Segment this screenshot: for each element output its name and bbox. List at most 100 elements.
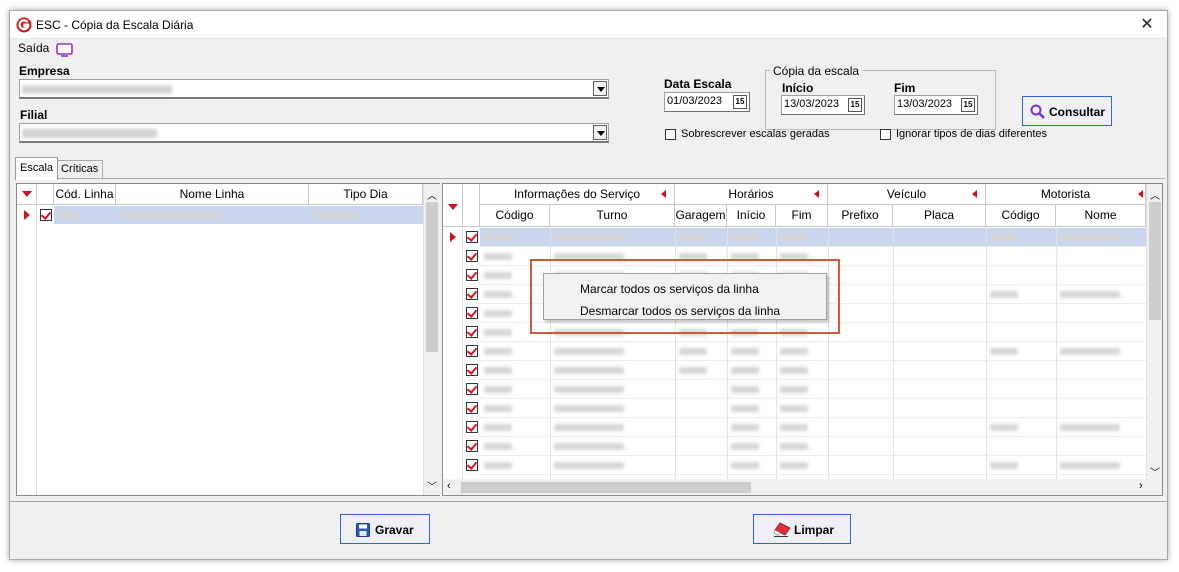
linhas-grid[interactable]: Cód. Linha Nome Linha Tipo Dia ︿ ﹀: [16, 183, 440, 496]
row-checkbox[interactable]: [466, 269, 478, 281]
redacted-cell: [554, 443, 624, 450]
redacted-cell: [554, 234, 624, 241]
row-checkbox[interactable]: [466, 421, 478, 433]
redacted-cell: [484, 443, 512, 450]
scroll-down-icon[interactable]: ﹀: [1150, 464, 1160, 479]
row-checkbox[interactable]: [466, 288, 478, 300]
redacted-cell: [990, 291, 1018, 298]
col-tipo-dia[interactable]: Tipo Dia: [309, 184, 423, 205]
empresa-dropdown-icon[interactable]: [593, 81, 607, 96]
filial-combo[interactable]: [19, 123, 609, 143]
row-checkbox[interactable]: [466, 231, 478, 243]
redacted-cell: [1060, 462, 1120, 469]
redacted-cell: [484, 310, 512, 317]
left-vertical-scrollbar[interactable]: ︿ ﹀: [423, 184, 440, 495]
redacted-cell: [484, 291, 512, 298]
fim-date-field[interactable]: 13/03/2023 15: [894, 95, 978, 115]
scroll-down-icon[interactable]: ﹀: [427, 478, 437, 493]
menu-item-marcar-todos[interactable]: Marcar todos os serviços da linha: [580, 282, 759, 296]
window-title: ESC - Cópia da Escala Diária: [36, 18, 194, 32]
consultar-label: Consultar: [1049, 105, 1106, 119]
col-nome-linha[interactable]: Nome Linha: [116, 184, 309, 205]
scroll-up-icon[interactable]: ︿: [427, 187, 437, 202]
col-codigo-servico[interactable]: Código: [480, 205, 550, 227]
redacted-cell: [484, 386, 512, 393]
redacted-cell: [731, 405, 759, 412]
redacted-cell: [554, 405, 624, 412]
col-codigo-motorista[interactable]: Código: [986, 205, 1056, 227]
servicos-grid[interactable]: Informações do Serviço Horários Veículo …: [442, 183, 1163, 496]
app-logo-icon: [16, 17, 32, 33]
redacted-cell: [484, 367, 512, 374]
redacted-cell: [780, 234, 808, 241]
right-horizontal-scrollbar[interactable]: ‹ ›: [443, 479, 1162, 495]
row-checkbox[interactable]: [466, 402, 478, 414]
table-row[interactable]: [54, 206, 423, 224]
col-fim[interactable]: Fim: [776, 205, 828, 227]
sort-arrow-icon: [448, 204, 458, 210]
consultar-button[interactable]: Consultar: [1022, 96, 1112, 126]
col-prefixo[interactable]: Prefixo: [828, 205, 893, 227]
empresa-combo[interactable]: [19, 79, 609, 99]
group-motorista[interactable]: Motorista: [986, 184, 1146, 205]
search-icon: [1030, 104, 1045, 119]
scroll-right-icon[interactable]: ›: [1139, 480, 1143, 492]
scroll-up-icon[interactable]: ︿: [1150, 187, 1160, 202]
tab-criticas[interactable]: Críticas: [56, 160, 104, 179]
scroll-left-icon[interactable]: ‹: [447, 480, 451, 492]
empresa-label: Empresa: [19, 64, 70, 78]
group-informacoes[interactable]: Informações do Serviço: [480, 184, 675, 205]
redacted-cell: [731, 234, 759, 241]
col-garagem[interactable]: Garagem: [675, 205, 727, 227]
redacted-cell: [554, 462, 624, 469]
limpar-button[interactable]: Limpar: [753, 514, 851, 544]
redacted-cell: [731, 367, 759, 374]
col-inicio[interactable]: Início: [727, 205, 776, 227]
redacted-cell: [780, 443, 808, 450]
row-checkbox[interactable]: [466, 383, 478, 395]
menu-item-desmarcar-todos[interactable]: Desmarcar todos os serviços da linha: [580, 304, 780, 318]
calendar-icon[interactable]: 15: [961, 98, 975, 112]
calendar-icon[interactable]: 15: [733, 95, 747, 109]
tab-escala[interactable]: Escala: [15, 157, 59, 180]
filial-label: Filial: [20, 108, 48, 122]
col-cod-linha[interactable]: Cód. Linha: [54, 184, 116, 205]
group-veiculo[interactable]: Veículo: [828, 184, 986, 205]
row-checkbox[interactable]: [466, 364, 478, 376]
col-turno[interactable]: Turno: [550, 205, 675, 227]
redacted-cell: [780, 462, 808, 469]
redacted-cell: [1060, 291, 1120, 298]
menu-saida[interactable]: Saída: [18, 41, 49, 55]
col-placa[interactable]: Placa: [893, 205, 986, 227]
close-button[interactable]: ✕: [1135, 13, 1159, 37]
redacted-cell: [484, 234, 512, 241]
monitor-icon[interactable]: [56, 43, 73, 57]
calendar-icon[interactable]: 15: [848, 98, 862, 112]
row-checkbox[interactable]: [466, 307, 478, 319]
gravar-label: Gravar: [375, 523, 414, 537]
col-nome-motorista[interactable]: Nome: [1056, 205, 1146, 227]
gravar-button[interactable]: Gravar: [340, 514, 430, 544]
filial-dropdown-icon[interactable]: [593, 125, 607, 140]
redacted-cell: [679, 348, 707, 355]
row-checkbox[interactable]: [466, 345, 478, 357]
right-vertical-scrollbar[interactable]: ︿ ﹀: [1146, 184, 1162, 479]
ignorar-checkbox[interactable]: [880, 129, 891, 140]
redacted-cell: [731, 443, 759, 450]
group-horarios[interactable]: Horários: [675, 184, 828, 205]
sobrescrever-checkbox[interactable]: [665, 129, 676, 140]
row-checkbox[interactable]: [466, 326, 478, 338]
inicio-label: Início: [782, 81, 814, 95]
redacted-cell: [990, 348, 1018, 355]
data-escala-label: Data Escala: [664, 77, 732, 91]
copia-escala-title: Cópia da escala: [770, 64, 863, 78]
redacted-cell: [484, 462, 512, 469]
row-checkbox[interactable]: [466, 440, 478, 452]
row-checkbox[interactable]: [466, 459, 478, 471]
row-checkbox[interactable]: [40, 209, 52, 221]
data-escala-field[interactable]: 01/03/2023 15: [664, 92, 750, 112]
redacted-cell: [484, 405, 512, 412]
redacted-cell: [731, 424, 759, 431]
row-checkbox[interactable]: [466, 250, 478, 262]
inicio-date-field[interactable]: 13/03/2023 15: [781, 95, 865, 115]
